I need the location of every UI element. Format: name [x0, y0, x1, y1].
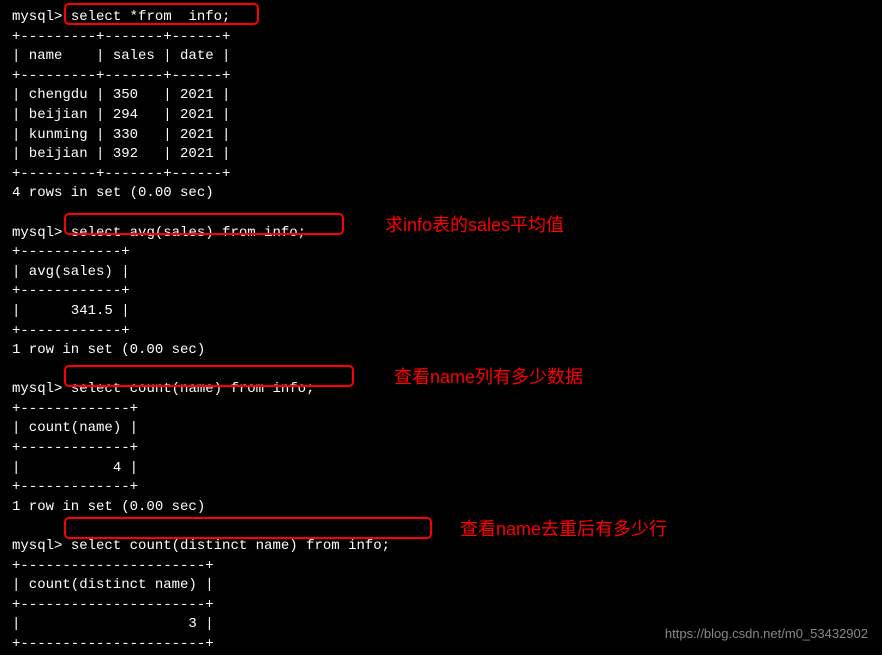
query4-line: mysql> select count(distinct name) from …	[12, 537, 870, 557]
table-border: +----------------------+	[12, 557, 870, 577]
table-border: +-------------+	[12, 439, 870, 459]
query4-text: select count(distinct name) from info;	[71, 538, 390, 554]
result-footer: 4 rows in set (0.00 sec)	[12, 184, 870, 204]
table-border: +---------+-------+------+	[12, 67, 870, 87]
table-border: +----------------------+	[12, 596, 870, 616]
table-header: | name | sales | date |	[12, 47, 870, 67]
watermark: https://blog.csdn.net/m0_53432902	[665, 625, 868, 643]
blank-line	[12, 517, 870, 537]
blank-line	[12, 204, 870, 224]
result-footer: 1 row in set (0.00 sec)	[12, 498, 870, 518]
prompt: mysql>	[12, 381, 62, 397]
query3-line: mysql> select count(name) from info;	[12, 380, 870, 400]
table-row: | beijian | 392 | 2021 |	[12, 145, 870, 165]
result-footer: 1 row in set (0.00 sec)	[12, 341, 870, 361]
table-value: | 4 |	[12, 459, 870, 479]
query2-text: select avg(sales) from info;	[71, 225, 306, 241]
table-row: | beijian | 294 | 2021 |	[12, 106, 870, 126]
table-border: +---------+-------+------+	[12, 28, 870, 48]
query1-line: mysql> select *from info;	[12, 8, 870, 28]
table-border: +-------------+	[12, 400, 870, 420]
query3-text: select count(name) from info;	[71, 381, 315, 397]
table-border: +---------+-------+------+	[12, 165, 870, 185]
table-border: +-------------+	[12, 478, 870, 498]
prompt: mysql>	[12, 538, 62, 554]
table-row: | chengdu | 350 | 2021 |	[12, 86, 870, 106]
query2-line: mysql> select avg(sales) from info;	[12, 224, 870, 244]
table-border: +------------+	[12, 282, 870, 302]
prompt: mysql>	[12, 9, 62, 25]
terminal-output: mysql> select *from info; +---------+---…	[12, 8, 870, 655]
blank-line	[12, 361, 870, 381]
table-border: +------------+	[12, 243, 870, 263]
table-value: | 341.5 |	[12, 302, 870, 322]
table-border: +------------+	[12, 322, 870, 342]
query1-text: select *from info;	[71, 9, 231, 25]
table-header: | count(name) |	[12, 419, 870, 439]
table-row: | kunming | 330 | 2021 |	[12, 126, 870, 146]
table-header: | count(distinct name) |	[12, 576, 870, 596]
table-header: | avg(sales) |	[12, 263, 870, 283]
prompt: mysql>	[12, 225, 62, 241]
